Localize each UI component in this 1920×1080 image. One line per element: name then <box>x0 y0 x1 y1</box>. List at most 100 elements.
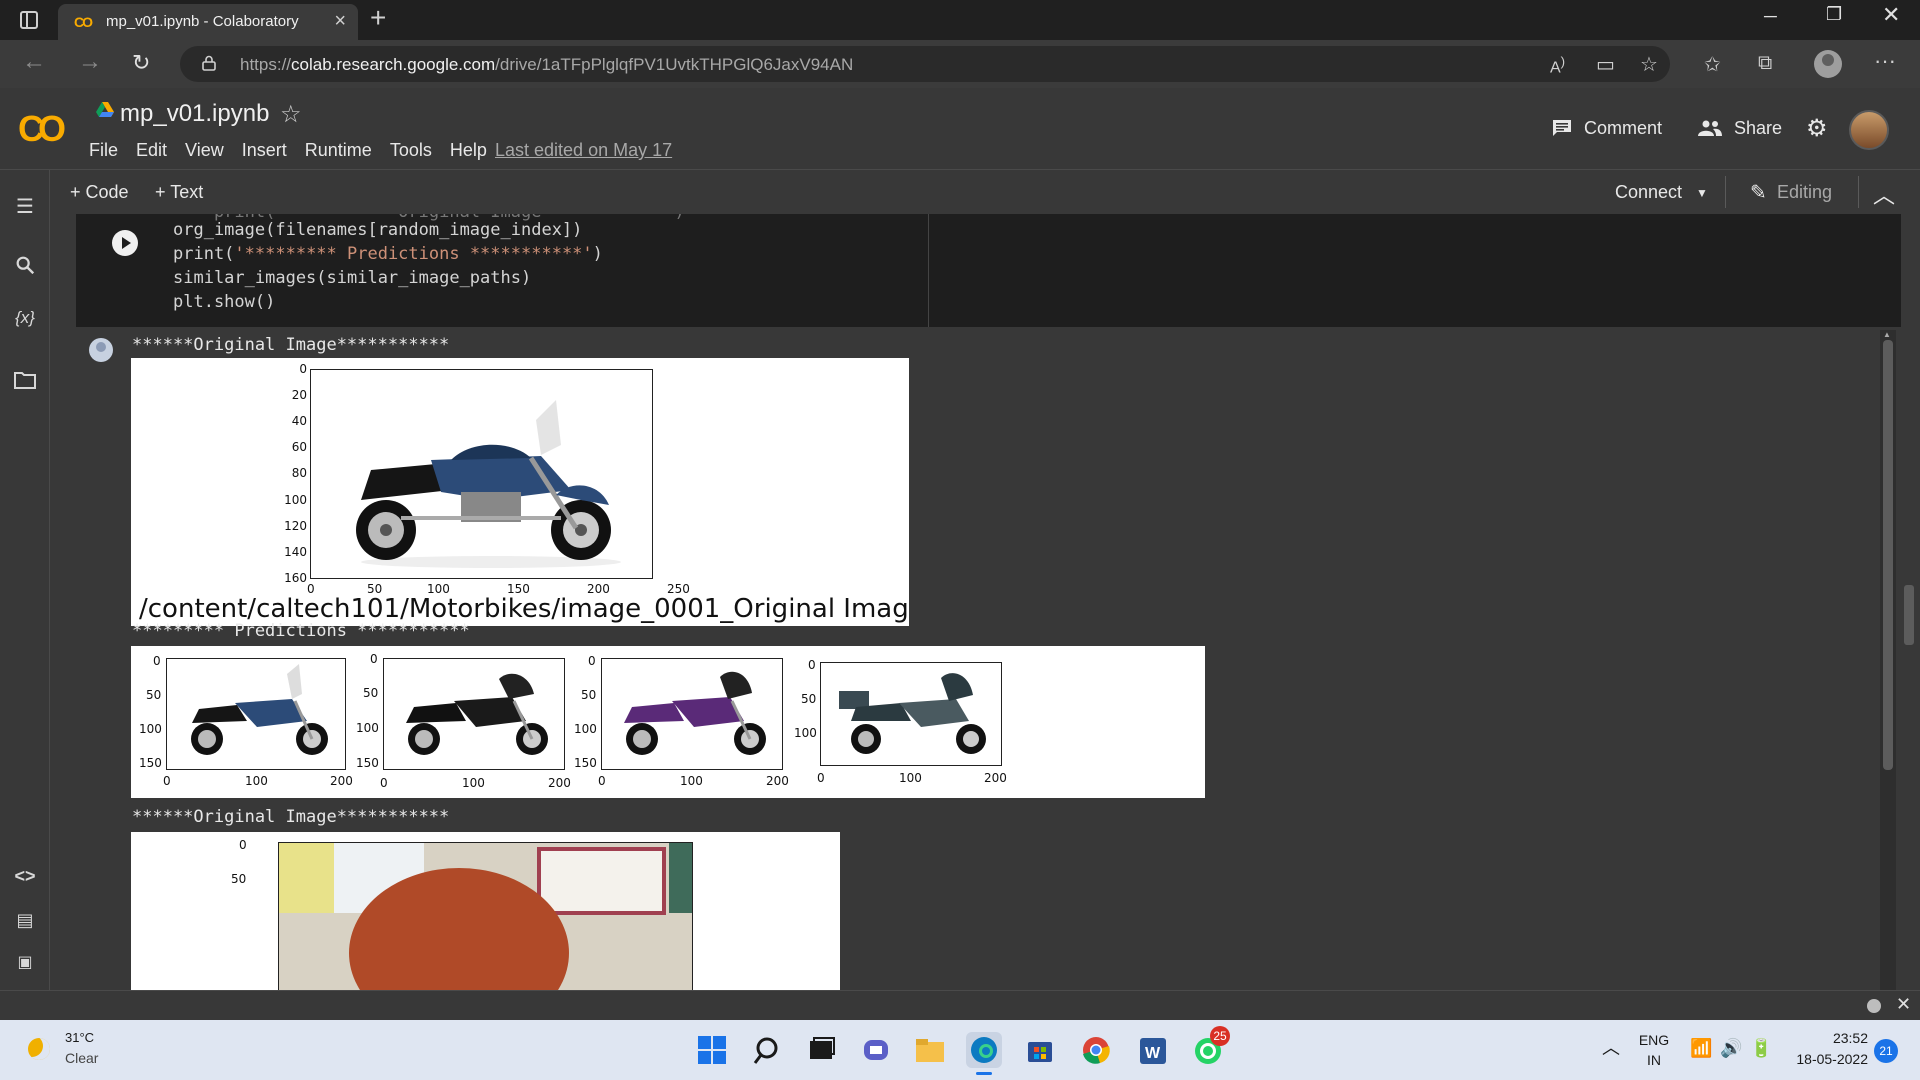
motorbike-blue-image <box>356 400 621 568</box>
search-icon[interactable] <box>13 254 37 276</box>
workspaces-icon[interactable] <box>20 11 38 29</box>
code-cell[interactable]: print('***********Original Image********… <box>76 214 1901 327</box>
menu-help[interactable]: Help <box>450 140 487 161</box>
folder-icon[interactable] <box>13 370 37 390</box>
code-editor[interactable]: org_image(filenames[random_image_index])… <box>173 218 603 314</box>
show-hidden-icons-icon[interactable]: ︿ <box>1602 1034 1620 1060</box>
new-tab-icon[interactable]: + <box>370 2 386 34</box>
edge-browser-icon[interactable] <box>966 1032 1002 1075</box>
language-indicator[interactable]: ENG <box>1636 1032 1672 1048</box>
original-image-figure: 0 20 40 60 80 100 120 140 160 0 50 100 1… <box>131 358 909 626</box>
variables-icon[interactable]: {x} <box>13 308 37 328</box>
y-tick-label: 120 <box>284 519 307 533</box>
notification-center-badge[interactable]: 21 <box>1874 1039 1898 1063</box>
more-options-icon[interactable]: ··· <box>1874 48 1896 74</box>
x-tick-label: 100 <box>245 774 268 788</box>
chrome-icon[interactable] <box>1078 1032 1114 1068</box>
add-text-button[interactable]: + Text <box>155 182 203 203</box>
original-image-figure-2: 0 50 <box>131 832 840 990</box>
user-avatar[interactable] <box>1849 110 1889 150</box>
close-status-icon[interactable]: ✕ <box>1896 994 1911 1015</box>
url-field[interactable]: https://colab.research.google.com/drive/… <box>180 46 1670 82</box>
y-tick-label: 40 <box>291 414 307 428</box>
search-taskbar-icon[interactable] <box>750 1032 786 1068</box>
prediction-axes-1 <box>166 658 346 770</box>
terminal-icon[interactable]: ▣ <box>13 952 37 972</box>
y-tick-label: 0 <box>299 362 307 376</box>
collections-icon[interactable]: ⧉ <box>1758 52 1772 75</box>
browser-profile-avatar[interactable] <box>1814 50 1842 78</box>
star-icon[interactable]: ☆ <box>280 100 302 129</box>
scroll-up-icon[interactable]: ▲ <box>1883 330 1891 339</box>
weather-temperature[interactable]: 31°C <box>65 1030 94 1045</box>
menu-edit[interactable]: Edit <box>136 140 167 161</box>
y-tick-label: 100 <box>574 722 597 736</box>
clock-time[interactable]: 23:52 <box>1784 1030 1868 1046</box>
task-view-icon[interactable] <box>804 1032 840 1068</box>
command-palette-icon[interactable]: ▤ <box>13 910 37 931</box>
start-icon[interactable] <box>694 1032 730 1068</box>
settings-gear-icon[interactable]: ⚙ <box>1806 114 1828 143</box>
left-sidebar: ☰ {x} <> ▤ ▣ <box>0 170 50 1020</box>
browser-tab[interactable]: CO mp_v01.ipynb - Colaboratory × <box>58 4 358 40</box>
output-scrollbar[interactable]: ▲ <box>1880 330 1896 990</box>
wifi-icon[interactable]: 📶 <box>1690 1038 1712 1059</box>
comment-icon <box>1553 120 1571 136</box>
restore-icon[interactable]: ❐ <box>1826 4 1842 25</box>
connect-dropdown-icon[interactable]: ▼ <box>1696 186 1708 200</box>
y-tick-label: 140 <box>284 545 307 559</box>
google-drive-icon[interactable] <box>96 102 114 118</box>
add-code-button[interactable]: + Code <box>70 182 129 203</box>
teams-chat-icon[interactable] <box>858 1032 894 1068</box>
menu-runtime[interactable]: Runtime <box>305 140 372 161</box>
reload-icon[interactable]: ↻ <box>132 50 150 76</box>
weather-moon-icon[interactable] <box>28 1038 50 1060</box>
word-icon[interactable]: W <box>1134 1032 1170 1068</box>
share-button[interactable]: Share <box>1698 118 1782 139</box>
immersive-reader-icon[interactable]: ▭ <box>1596 52 1615 77</box>
scrollbar-thumb[interactable] <box>1883 340 1893 770</box>
runtime-status-icon[interactable] <box>1867 999 1881 1013</box>
output-avatar-icon[interactable] <box>89 338 113 362</box>
volume-icon[interactable]: 🔊 <box>1720 1038 1742 1059</box>
x-tick-label: 200 <box>984 771 1007 785</box>
y-tick-label: 50 <box>363 686 379 700</box>
notebook-title[interactable]: mp_v01.ipynb <box>120 100 269 128</box>
whatsapp-icon[interactable]: 25 <box>1190 1026 1230 1068</box>
menu-insert[interactable]: Insert <box>242 140 287 161</box>
svg-text:W: W <box>1145 1045 1161 1062</box>
menu-view[interactable]: View <box>185 140 224 161</box>
forward-icon[interactable]: → <box>78 48 102 76</box>
menu-file[interactable]: File <box>89 140 118 161</box>
page-scrollbar-thumb[interactable] <box>1904 585 1914 645</box>
colab-favicon-icon: CO <box>74 14 93 30</box>
x-tick-label: 200 <box>330 774 353 788</box>
collapse-header-icon[interactable]: ︿ <box>1873 178 1895 210</box>
read-aloud-icon[interactable]: A) <box>1550 54 1565 77</box>
original-image-header: ******Original Image*********** <box>132 335 450 355</box>
microsoft-store-icon[interactable] <box>1022 1032 1058 1068</box>
whatsapp-badge: 25 <box>1210 1026 1230 1046</box>
y-tick-label: 0 <box>808 658 816 672</box>
menu-tools[interactable]: Tools <box>390 140 432 161</box>
table-of-contents-icon[interactable]: ☰ <box>13 194 37 219</box>
favorites-icon[interactable]: ✩ <box>1704 52 1721 77</box>
weather-description[interactable]: Clear <box>65 1050 98 1066</box>
run-cell-button[interactable] <box>112 230 138 256</box>
add-favorite-icon[interactable]: ☆ <box>1640 52 1658 77</box>
colab-logo[interactable]: CO <box>18 108 66 150</box>
region-indicator[interactable]: IN <box>1636 1052 1672 1068</box>
last-edited-link[interactable]: Last edited on May 17 <box>495 140 672 161</box>
back-icon[interactable]: ← <box>22 48 46 76</box>
close-tab-icon[interactable]: × <box>334 10 346 33</box>
comment-button[interactable]: Comment <box>1552 118 1662 139</box>
connect-button[interactable]: Connect <box>1615 182 1682 203</box>
minimize-icon[interactable]: ─ <box>1764 6 1777 27</box>
code-snippets-icon[interactable]: <> <box>13 866 37 887</box>
editing-mode-label[interactable]: Editing <box>1777 182 1832 203</box>
close-window-icon[interactable]: ✕ <box>1882 2 1900 28</box>
clock-date[interactable]: 18-05-2022 <box>1784 1051 1868 1067</box>
battery-icon[interactable]: 🔋 <box>1750 1038 1772 1059</box>
x-tick-label: 200 <box>766 774 789 788</box>
file-explorer-icon[interactable] <box>912 1032 948 1068</box>
